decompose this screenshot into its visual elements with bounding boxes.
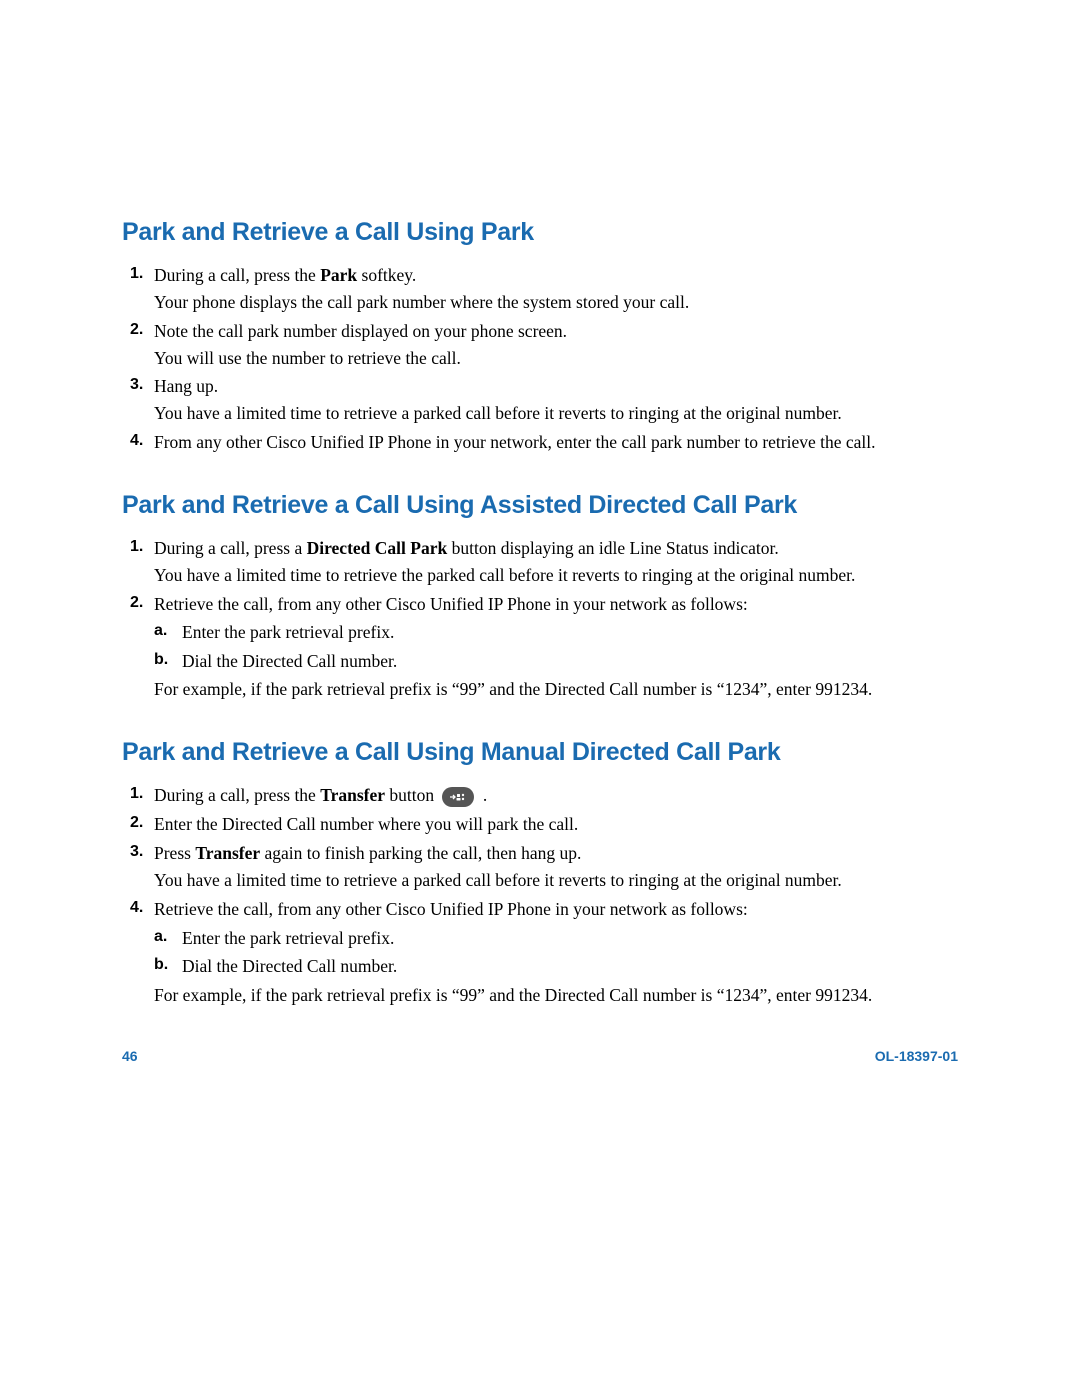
list-item: Enter the Directed Call number where you… <box>122 812 958 837</box>
list-item: Retrieve the call, from any other Cisco … <box>122 592 958 703</box>
list-item: From any other Cisco Unified IP Phone in… <box>122 430 958 455</box>
page-number: 46 <box>122 1048 138 1064</box>
text: button displaying an idle Line Status in… <box>447 538 778 558</box>
text-bold: Transfer <box>195 843 260 863</box>
list-item: Note the call park number displayed on y… <box>122 319 958 371</box>
text: button <box>385 785 438 805</box>
sublist: Enter the park retrieval prefix. Dial th… <box>154 926 958 979</box>
text: For example, if the park retrieval prefi… <box>154 983 958 1008</box>
text: During a call, press the <box>154 785 320 805</box>
sublist-item: Dial the Directed Call number. <box>154 649 958 674</box>
page-content: Park and Retrieve a Call Using Park Duri… <box>122 218 958 1011</box>
text: During a call, press a <box>154 538 307 558</box>
document-id: OL-18397-01 <box>875 1048 958 1064</box>
list-item: Retrieve the call, from any other Cisco … <box>122 897 958 1008</box>
text: . <box>478 785 487 805</box>
list-item: During a call, press the Transfer button… <box>122 783 958 808</box>
transfer-icon <box>442 787 474 807</box>
sublist: Enter the park retrieval prefix. Dial th… <box>154 620 958 673</box>
text-bold: Park <box>320 265 357 285</box>
text-bold: Transfer <box>320 785 385 805</box>
text: Hang up. <box>154 376 218 396</box>
list-park: During a call, press the Park softkey. Y… <box>122 263 958 455</box>
list-item: Hang up. You have a limited time to retr… <box>122 374 958 426</box>
text: You have a limited time to retrieve a pa… <box>154 401 958 426</box>
text: Note the call park number displayed on y… <box>154 321 567 341</box>
text: You will use the number to retrieve the … <box>154 346 958 371</box>
text: Enter the Directed Call number where you… <box>154 814 578 834</box>
list-manual: During a call, press the Transfer button… <box>122 783 958 1007</box>
heading-park: Park and Retrieve a Call Using Park <box>122 218 958 247</box>
list-item: Press Transfer again to finish parking t… <box>122 841 958 893</box>
page-footer: 46 OL-18397-01 <box>122 1048 958 1064</box>
heading-assisted-directed: Park and Retrieve a Call Using Assisted … <box>122 491 958 520</box>
text: softkey. <box>357 265 416 285</box>
text: Retrieve the call, from any other Cisco … <box>154 594 748 614</box>
text: Press <box>154 843 195 863</box>
sublist-item: Dial the Directed Call number. <box>154 954 958 979</box>
text: Your phone displays the call park number… <box>154 290 958 315</box>
text: For example, if the park retrieval prefi… <box>154 677 958 702</box>
list-item: During a call, press a Directed Call Par… <box>122 536 958 588</box>
text-bold: Directed Call Park <box>307 538 448 558</box>
text: Retrieve the call, from any other Cisco … <box>154 899 748 919</box>
text: You have a limited time to retrieve the … <box>154 563 958 588</box>
sublist-item: Enter the park retrieval prefix. <box>154 926 958 951</box>
text: From any other Cisco Unified IP Phone in… <box>154 432 876 452</box>
sublist-item: Enter the park retrieval prefix. <box>154 620 958 645</box>
list-assisted: During a call, press a Directed Call Par… <box>122 536 958 702</box>
heading-manual-directed: Park and Retrieve a Call Using Manual Di… <box>122 738 958 767</box>
text: You have a limited time to retrieve a pa… <box>154 868 958 893</box>
list-item: During a call, press the Park softkey. Y… <box>122 263 958 315</box>
text: again to finish parking the call, then h… <box>260 843 581 863</box>
text: During a call, press the <box>154 265 320 285</box>
